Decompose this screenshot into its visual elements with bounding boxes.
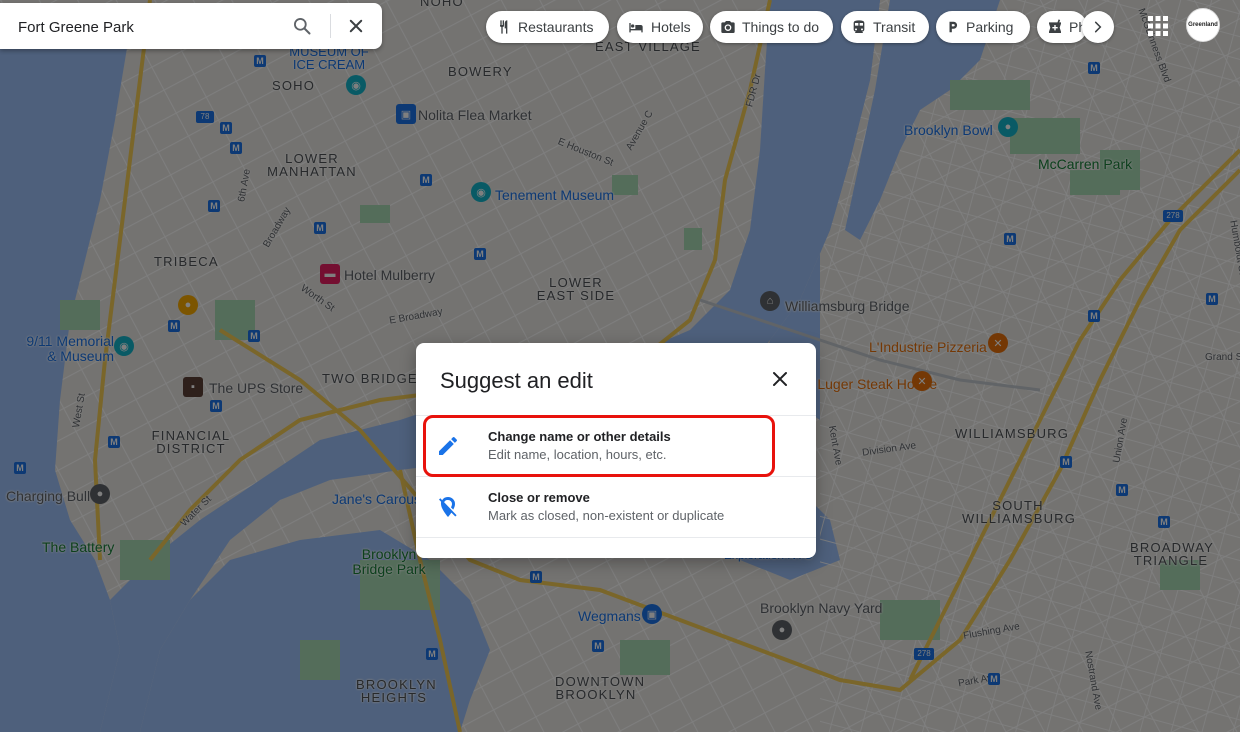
chip-parking[interactable]: Parking (936, 11, 1030, 43)
chip-label: Restaurants (518, 19, 594, 35)
dialog-close-button[interactable] (766, 365, 794, 393)
chip-things-to-do[interactable]: Things to do (710, 11, 833, 43)
search-box (0, 3, 382, 51)
option-subtitle: Mark as closed, non-existent or duplicat… (488, 508, 725, 523)
option-title: Change name or other details (488, 429, 671, 444)
close-icon (773, 372, 787, 386)
search-icon (294, 18, 311, 35)
suggest-edit-dialog: Suggest an edit Change name or other det… (416, 343, 816, 558)
search-button[interactable] (286, 10, 318, 42)
pencil-icon (439, 436, 458, 455)
chip-pharmacies[interactable]: Ph (1037, 11, 1087, 43)
search-divider (330, 14, 331, 38)
dialog-divider (416, 537, 816, 538)
transit-icon (853, 20, 865, 33)
hotel-icon (629, 23, 643, 33)
camera-icon (721, 21, 735, 33)
avatar-text: Greenland (1188, 22, 1218, 28)
chip-label: Parking (966, 19, 1014, 35)
pharmacy-icon (1049, 19, 1061, 33)
chips-next-button[interactable] (1082, 11, 1114, 43)
restaurant-icon (500, 20, 508, 34)
dialog-title: Suggest an edit (440, 368, 593, 393)
change-details-option[interactable]: Change name or other details Edit name, … (416, 416, 816, 476)
chevron-right-icon (1094, 21, 1102, 33)
chip-transit[interactable]: Transit (841, 11, 929, 43)
search-input[interactable] (16, 3, 280, 51)
option-subtitle: Edit name, location, hours, etc. (488, 447, 667, 462)
account-avatar[interactable]: Greenland (1186, 8, 1220, 42)
location-off-icon (439, 496, 457, 517)
chip-label: Hotels (651, 19, 691, 35)
chip-restaurants[interactable]: Restaurants (486, 11, 609, 43)
clear-search-button[interactable] (340, 10, 372, 42)
chip-label: Transit (873, 19, 916, 35)
apps-grid-icon[interactable] (1146, 14, 1170, 38)
close-or-remove-option[interactable]: Close or remove Mark as closed, non-exis… (416, 477, 816, 537)
chip-label: Things to do (742, 19, 820, 35)
chip-hotels[interactable]: Hotels (617, 11, 703, 43)
parking-icon (949, 21, 958, 33)
close-icon (349, 19, 363, 33)
option-title: Close or remove (488, 490, 590, 505)
